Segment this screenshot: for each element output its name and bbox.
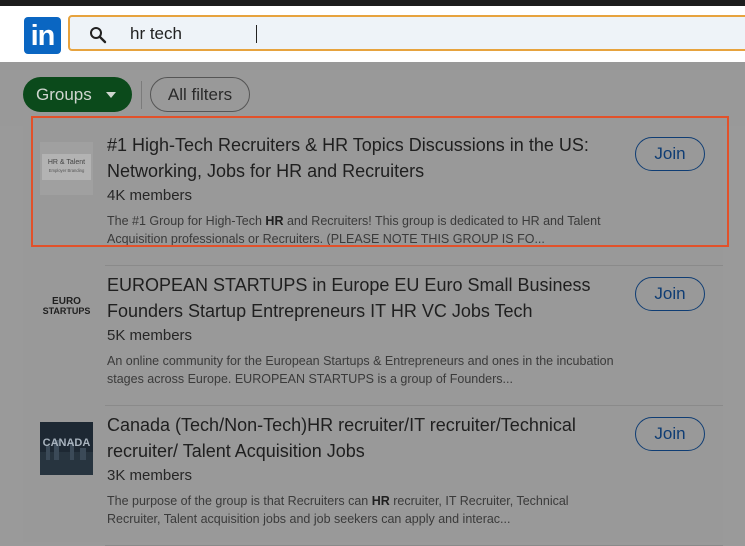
desc-text: An online community for the European Sta… xyxy=(107,354,614,386)
group-title[interactable]: EUROPEAN STARTUPS in Europe EU Euro Smal… xyxy=(107,272,612,324)
member-count: 5K members xyxy=(107,327,193,344)
all-filters-button[interactable]: All filters xyxy=(150,77,250,112)
groups-filter-button[interactable]: Groups xyxy=(23,77,132,112)
text-cursor xyxy=(256,25,257,43)
filter-divider xyxy=(141,81,142,109)
annotation-highlight-box xyxy=(31,116,729,247)
group-description: An online community for the European Sta… xyxy=(107,352,617,388)
desc-text: The purpose of the group is that Recruit… xyxy=(107,494,372,508)
search-box[interactable] xyxy=(68,15,745,51)
groups-filter-label: Groups xyxy=(36,85,92,104)
group-logo-text-1: CANADA xyxy=(43,437,91,449)
list-item: EURO STARTUPS EUROPEAN STARTUPS in Europ… xyxy=(23,266,723,406)
group-logo[interactable]: EURO STARTUPS xyxy=(40,282,93,335)
group-logo-text-2: STARTUPS xyxy=(43,306,91,316)
search-input[interactable] xyxy=(130,23,530,45)
join-button[interactable]: Join xyxy=(635,417,705,451)
list-item: CANADA Canada (Tech/Non-Tech)HR recruite… xyxy=(23,406,723,546)
group-title[interactable]: Canada (Tech/Non-Tech)HR recruiter/IT re… xyxy=(107,412,612,464)
group-description: The purpose of the group is that Recruit… xyxy=(107,492,617,528)
member-count: 3K members xyxy=(107,467,193,484)
top-navigation-bar: in xyxy=(0,6,745,62)
caret-down-icon xyxy=(106,92,116,98)
group-logo[interactable]: CANADA xyxy=(40,422,93,475)
join-button[interactable]: Join xyxy=(635,277,705,311)
linkedin-logo[interactable]: in xyxy=(24,17,61,54)
desc-highlight: HR xyxy=(371,494,390,508)
search-icon xyxy=(90,27,107,44)
